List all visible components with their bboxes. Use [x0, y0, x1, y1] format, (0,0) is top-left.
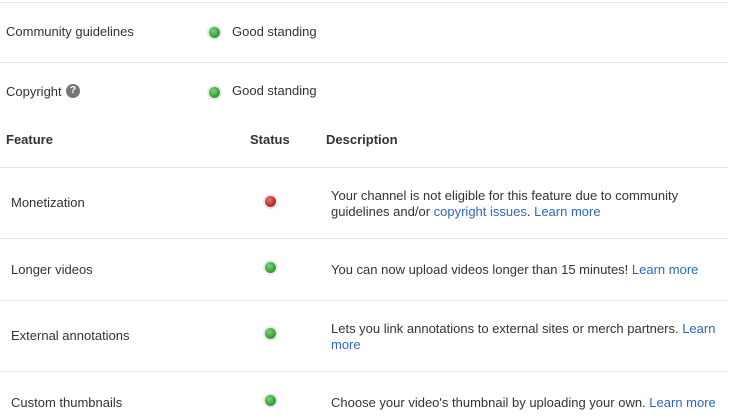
community-status-green-dot-icon — [209, 27, 220, 38]
feature-custom-thumbnails: Custom thumbnails — [11, 395, 123, 410]
learn-more-link-custom-thumbnails[interactable]: Learn more — [649, 395, 715, 410]
description-text: Lets you link annotations to external si… — [331, 321, 683, 336]
feature-longer-videos: Longer videos — [11, 262, 93, 277]
description-text: Choose your video's thumbnail by uploadi… — [331, 395, 650, 410]
divider-row-1 — [0, 300, 728, 301]
divider-top — [0, 2, 728, 3]
status-green-dot-icon — [265, 395, 276, 406]
community-status-text: Good standing — [232, 24, 317, 39]
description-text: You can now upload videos longer than 15… — [331, 262, 632, 277]
header-description: Description — [326, 132, 398, 147]
copyright-status-text: Good standing — [232, 83, 317, 98]
description-longer-videos: You can now upload videos longer than 15… — [331, 262, 723, 278]
header-status: Status — [250, 132, 290, 147]
description-custom-thumbnails: Choose your video's thumbnail by uploadi… — [331, 395, 723, 411]
divider-row-0 — [0, 238, 728, 239]
status-green-dot-icon — [265, 328, 276, 339]
status-red-dot-icon — [265, 196, 276, 207]
copyright-issues-link[interactable]: copyright issues — [434, 204, 527, 219]
description-external-annotations: Lets you link annotations to external si… — [331, 321, 723, 353]
status-green-dot-icon — [265, 262, 276, 273]
copyright-status-green-dot-icon — [209, 87, 220, 98]
divider-community — [0, 62, 728, 63]
divider-header — [0, 167, 728, 168]
help-icon[interactable]: ? — [66, 84, 80, 98]
description-monetization: Your channel is not eligible for this fe… — [331, 188, 723, 220]
feature-monetization: Monetization — [11, 195, 85, 210]
copyright-label: Copyright — [6, 84, 62, 99]
divider-row-2 — [0, 371, 728, 372]
learn-more-link-longer-videos[interactable]: Learn more — [632, 262, 698, 277]
learn-more-link-monetization[interactable]: Learn more — [534, 204, 600, 219]
description-separator: . — [526, 204, 535, 219]
header-feature: Feature — [6, 132, 53, 147]
community-guidelines-label: Community guidelines — [6, 24, 134, 39]
feature-external-annotations: External annotations — [11, 328, 130, 343]
